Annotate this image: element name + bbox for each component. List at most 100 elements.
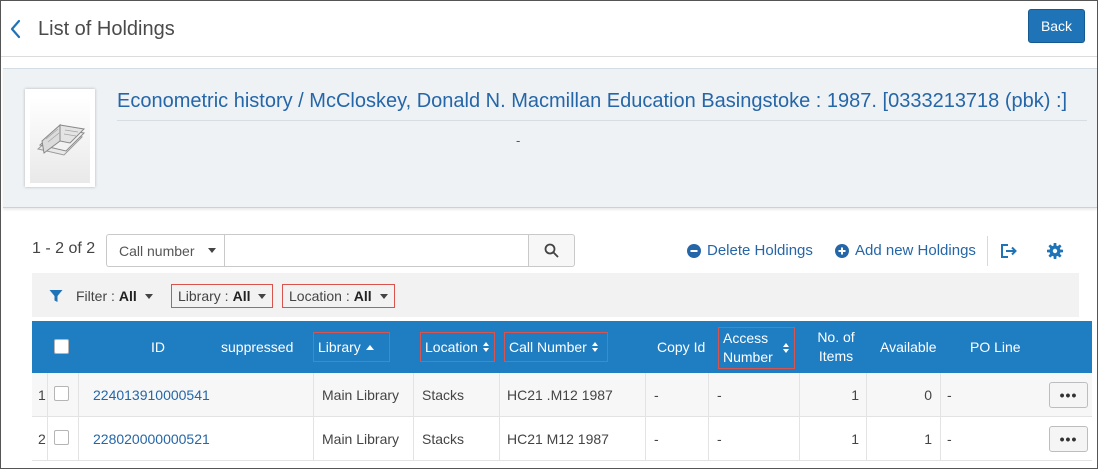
column-header-po-line[interactable]: PO Line bbox=[970, 321, 1021, 373]
holding-id-link[interactable]: 228020000000521 bbox=[93, 417, 210, 461]
back-button[interactable]: Back bbox=[1028, 9, 1085, 43]
search-field-label: Call number bbox=[119, 242, 195, 259]
row-actions-button[interactable]: ••• bbox=[1049, 382, 1088, 408]
column-header-items[interactable]: No. of Items bbox=[816, 321, 856, 373]
filter-value: All bbox=[118, 288, 137, 304]
delete-holdings-label: Delete Holdings bbox=[707, 242, 813, 259]
column-header-call-number[interactable]: Call Number bbox=[504, 332, 608, 362]
column-header-access-number[interactable]: Access Number bbox=[718, 327, 795, 369]
select-all-checkbox[interactable] bbox=[54, 339, 69, 354]
search-field-select[interactable]: Call number bbox=[106, 234, 224, 267]
record-title-link[interactable]: Econometric history / McCloskey, Donald … bbox=[117, 90, 1067, 113]
column-divider bbox=[799, 373, 800, 417]
result-count: 1 - 2 of 2 bbox=[32, 240, 96, 257]
sort-ascending-icon bbox=[365, 344, 374, 350]
filter-icon bbox=[49, 290, 63, 302]
column-divider bbox=[708, 417, 709, 461]
column-header-suppressed[interactable]: suppressed bbox=[221, 321, 293, 373]
column-divider bbox=[78, 373, 79, 417]
record-subtitle: - bbox=[516, 133, 521, 148]
toolbar-divider bbox=[987, 236, 988, 266]
table-header: ID suppressed Library Location Call Numb… bbox=[32, 321, 1092, 373]
location-filter-value: All bbox=[353, 288, 372, 304]
column-divider bbox=[645, 373, 646, 417]
column-header-location[interactable]: Location bbox=[420, 332, 495, 362]
filter-all-dropdown[interactable]: Filter : All bbox=[76, 284, 153, 308]
cell-location: Stacks bbox=[422, 431, 465, 447]
column-divider bbox=[413, 417, 414, 461]
search-button[interactable] bbox=[528, 234, 575, 267]
access-number-line-1: Access bbox=[723, 330, 769, 346]
column-header-available[interactable]: Available bbox=[880, 321, 937, 373]
column-divider bbox=[313, 417, 314, 461]
minus-circle-icon bbox=[687, 243, 701, 258]
column-header-copy-id[interactable]: Copy Id bbox=[657, 321, 705, 373]
column-header-library-label: Library bbox=[318, 339, 361, 355]
cell-po-line: - bbox=[947, 387, 952, 403]
items-line-1: No. of bbox=[817, 329, 855, 345]
record-divider bbox=[117, 120, 1087, 121]
sort-icon bbox=[591, 342, 598, 352]
export-icon[interactable] bbox=[999, 242, 1019, 260]
table-row: 1 224013910000541 Main Library Stacks HC… bbox=[32, 373, 1092, 417]
column-header-library[interactable]: Library bbox=[313, 332, 390, 362]
plus-circle-icon bbox=[835, 243, 849, 258]
library-filter-value: All bbox=[232, 288, 251, 304]
caret-down-icon bbox=[379, 293, 388, 299]
row-number: 2 bbox=[38, 431, 46, 447]
table-row: 2 228020000000521 Main Library Stacks HC… bbox=[32, 417, 1092, 461]
holding-id-link[interactable]: 224013910000541 bbox=[93, 373, 210, 417]
column-divider bbox=[47, 373, 48, 417]
column-divider bbox=[78, 417, 79, 461]
column-divider bbox=[708, 373, 709, 417]
row-actions-button[interactable]: ••• bbox=[1049, 426, 1088, 452]
chevron-left-icon[interactable] bbox=[7, 17, 25, 41]
column-divider bbox=[645, 417, 646, 461]
column-divider bbox=[940, 417, 941, 461]
row-checkbox[interactable] bbox=[54, 430, 69, 445]
sort-icon bbox=[482, 342, 489, 352]
cell-items: 1 bbox=[851, 387, 859, 403]
column-divider bbox=[866, 417, 867, 461]
cell-items: 1 bbox=[851, 431, 859, 447]
cell-copy-id: - bbox=[654, 431, 659, 447]
column-header-id[interactable]: ID bbox=[151, 321, 165, 373]
add-holdings-button[interactable]: Add new Holdings bbox=[835, 242, 976, 259]
column-header-location-label: Location bbox=[425, 339, 478, 355]
caret-down-icon bbox=[258, 293, 267, 299]
library-filter-label: Library : bbox=[178, 288, 229, 304]
filter-label: Filter : bbox=[76, 288, 115, 304]
column-header-access-number-label: Access Number bbox=[723, 329, 773, 367]
location-filter-dropdown[interactable]: Location : All bbox=[282, 284, 395, 308]
delete-holdings-button[interactable]: Delete Holdings bbox=[687, 242, 813, 259]
column-divider bbox=[499, 373, 500, 417]
column-divider bbox=[866, 373, 867, 417]
items-line-2: Items bbox=[818, 348, 854, 364]
page-header: List of Holdings Back bbox=[1, 1, 1097, 57]
open-book-icon bbox=[36, 123, 86, 156]
row-checkbox[interactable] bbox=[54, 386, 69, 401]
column-divider bbox=[499, 417, 500, 461]
cell-access-number: - bbox=[717, 387, 722, 403]
column-header-call-number-label: Call Number bbox=[509, 339, 587, 355]
add-holdings-label: Add new Holdings bbox=[855, 242, 976, 259]
cell-library: Main Library bbox=[322, 387, 400, 403]
cell-available: 0 bbox=[924, 387, 932, 403]
filter-bar: Filter : All Library : All Location : Al… bbox=[32, 273, 1079, 317]
cell-call-number: HC21 M12 1987 bbox=[507, 431, 609, 447]
row-number: 1 bbox=[38, 387, 46, 403]
search-input[interactable] bbox=[224, 234, 529, 267]
column-divider bbox=[313, 373, 314, 417]
cell-available: 1 bbox=[924, 431, 932, 447]
library-filter-dropdown[interactable]: Library : All bbox=[171, 284, 274, 308]
book-thumbnail-image bbox=[30, 97, 90, 183]
gear-icon[interactable] bbox=[1046, 242, 1064, 260]
location-filter-label: Location : bbox=[289, 288, 350, 304]
page-title: List of Holdings bbox=[38, 18, 175, 40]
column-divider bbox=[47, 417, 48, 461]
search-icon bbox=[544, 243, 559, 258]
cell-access-number: - bbox=[717, 431, 722, 447]
cell-po-line: - bbox=[947, 431, 952, 447]
column-divider bbox=[940, 373, 941, 417]
access-number-line-2: Number bbox=[723, 349, 773, 365]
